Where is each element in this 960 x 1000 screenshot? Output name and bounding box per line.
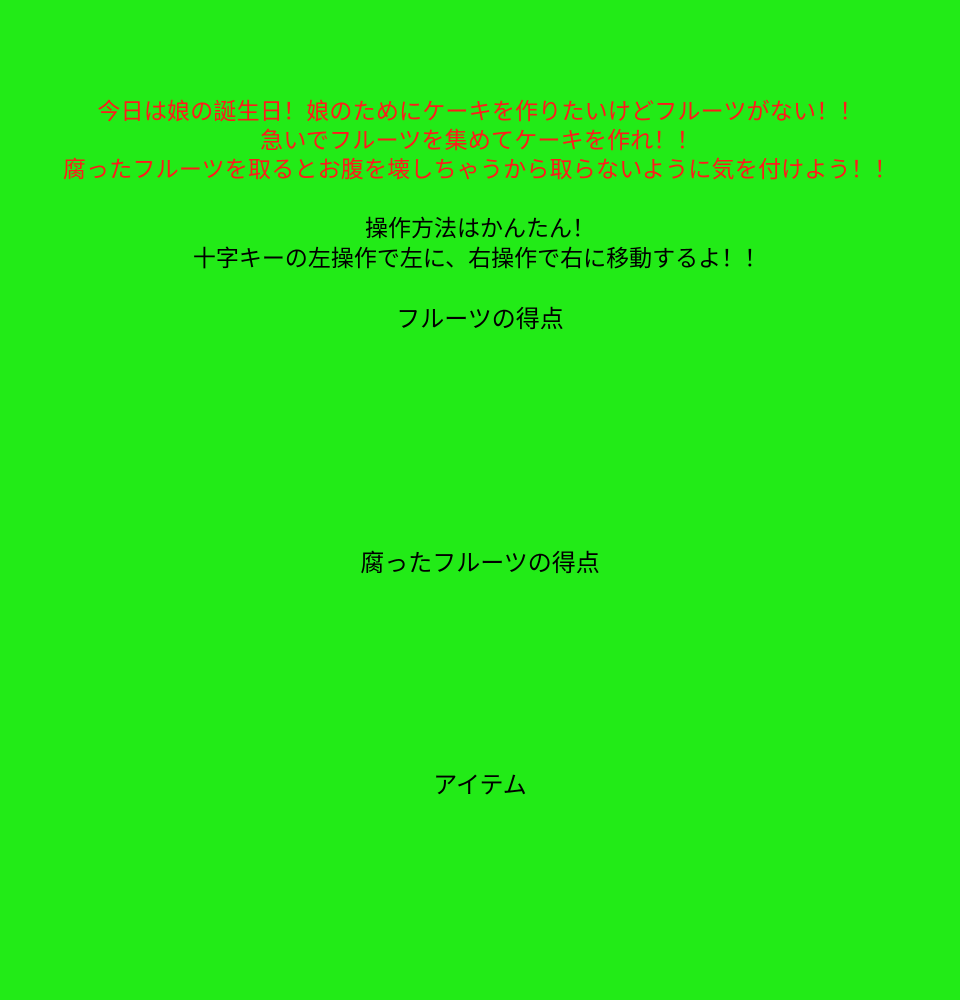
controls-line: 操作方法はかんたん！ <box>365 216 595 242</box>
rotten-fruit-score-list <box>0 585 960 765</box>
fruit-score-list <box>0 340 960 540</box>
item-list <box>0 806 960 986</box>
rotten-fruit-score-heading: 腐ったフルーツの得点 <box>360 549 600 577</box>
story-text: 今日は娘の誕生日！娘のためにケーキを作りたいけどフルーツがない！！ 急いでフルー… <box>0 98 960 185</box>
item-heading: アイテム <box>433 771 527 799</box>
fruit-score-heading: フルーツの得点 <box>396 305 564 333</box>
story-line: 急いでフルーツを集めてケーキを作れ！！ <box>260 128 700 154</box>
story-line: 腐ったフルーツを取るとお腹を壊しちゃうから取らないように気を付けよう！！ <box>62 157 898 183</box>
story-line: 今日は娘の誕生日！娘のためにケーキを作りたいけどフルーツがない！！ <box>97 99 863 125</box>
instructions-screen: 今日は娘の誕生日！娘のためにケーキを作りたいけどフルーツがない！！ 急いでフルー… <box>0 0 960 1000</box>
controls-instructions: 操作方法はかんたん！ 十字キーの左操作で左に、右操作で右に移動するよ！！ <box>0 214 960 274</box>
controls-line: 十字キーの左操作で左に、右操作で右に移動するよ！！ <box>192 246 768 272</box>
